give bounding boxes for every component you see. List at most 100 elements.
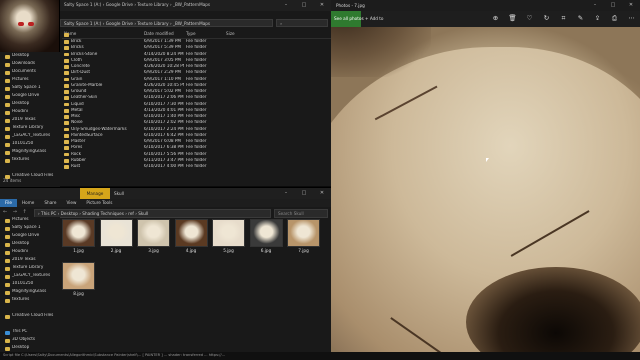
minimize-icon[interactable]: – <box>586 0 604 11</box>
table-row[interactable]: Rust 6/10/2017 4:00 PM File folder <box>62 164 331 170</box>
sidebar-item[interactable]: 10101250 <box>0 141 60 149</box>
thumbnail-label: 5.jpg <box>223 248 234 253</box>
thumbnail-label: 2.jpg <box>110 248 122 253</box>
sidebar-item[interactable]: 10101250 <box>0 281 60 289</box>
tab-view[interactable]: View <box>61 199 81 207</box>
sidebar-item[interactable]: Salty Space 1 <box>0 85 60 93</box>
sidebar-item[interactable]: Texture Library <box>0 125 60 133</box>
window-title: Photos - 7.jpg <box>336 2 365 8</box>
thumbnail-image <box>174 219 208 247</box>
thumbnail-item[interactable]: 1.jpg <box>62 219 95 257</box>
maximize-icon[interactable]: □ <box>295 188 313 199</box>
column-type[interactable]: Type <box>184 31 224 38</box>
manage-tab[interactable]: Manage <box>80 188 110 199</box>
thumbnail-label: 1.jpg <box>73 248 84 253</box>
share-icon[interactable]: ⇪ <box>593 14 602 23</box>
address-bar[interactable]: › This PC › Desktop › Shading Techniques… <box>34 209 271 218</box>
title-bar: Photos - 7.jpg – □ ✕ <box>331 0 640 11</box>
sidebar-item[interactable]: textures <box>0 157 60 165</box>
sidebar-item[interactable]: Google Drive <box>0 93 60 101</box>
column-size[interactable]: Size <box>224 31 254 38</box>
sidebar-item[interactable]: Google Drive <box>0 233 60 241</box>
explorer-window-top: Salty Space 1 (A:) › Google Drive › Text… <box>0 0 331 197</box>
zoom-icon[interactable]: ⊕ <box>491 14 500 23</box>
sidebar-item[interactable]: Desktop <box>0 53 60 61</box>
address-bar[interactable]: Salty Space 1 (A:) › Google Drive › Text… <box>60 19 273 27</box>
column-name[interactable]: Name <box>62 31 142 38</box>
sidebar-item[interactable]: Houdini <box>0 249 60 257</box>
sidebar-item[interactable]: _LEGACY_Textures <box>0 133 60 141</box>
avatar <box>0 0 60 52</box>
minimize-icon[interactable]: – <box>277 188 295 199</box>
tab-file[interactable]: File <box>0 199 18 207</box>
thumbnail-image <box>249 219 283 247</box>
sidebar-item[interactable]: Desktop <box>0 101 60 109</box>
column-date[interactable]: Date modified <box>142 31 184 38</box>
sidebar-item[interactable]: 2019 Texas <box>0 117 60 125</box>
sidebar-item[interactable]: MagnifyingGlass <box>0 289 60 297</box>
sidebar-item[interactable]: Pictures <box>0 77 60 85</box>
sidebar-item[interactable]: Desktop <box>0 241 60 249</box>
add-to-button[interactable]: + Add to <box>365 16 383 21</box>
close-icon[interactable]: ✕ <box>313 0 331 11</box>
sidebar-item[interactable]: MagnifyingGlass <box>0 149 60 157</box>
thumbnail-image <box>212 219 245 247</box>
photo-canvas[interactable] <box>331 27 640 352</box>
nav-arrows[interactable]: ← → ↑ <box>3 210 29 215</box>
file-rows: Brick 6/9/2017 1:39 PM File folder Bricks 6/… <box>62 39 331 170</box>
window-controls: – □ ✕ <box>586 0 640 11</box>
sidebar-item[interactable]: Documents <box>0 69 60 77</box>
maximize-icon[interactable]: □ <box>295 0 313 11</box>
more-icon[interactable]: ⋯ <box>627 14 636 23</box>
edit-icon[interactable]: ✎ <box>576 14 585 23</box>
print-icon[interactable]: ⎙ <box>610 14 619 23</box>
tab-home[interactable]: Home <box>17 199 39 207</box>
delete-icon[interactable]: 🗑 <box>508 14 517 23</box>
thumbnail-image <box>137 219 170 247</box>
thumbnail-item[interactable]: 5.jpg <box>212 219 245 257</box>
sidebar-item[interactable]: Creative Cloud Files <box>0 313 60 321</box>
status-bar: 24 items <box>3 178 22 183</box>
window-controls: – □ ✕ <box>277 0 331 11</box>
column-headers: Name Date modified Type Size <box>62 31 331 39</box>
photos-toolbar: See all photos + Add to ⊕ 🗑 ♡ ↻ ⌗ ✎ ⇪ ⎙ … <box>331 11 640 27</box>
sidebar-item[interactable]: Downloads <box>0 61 60 69</box>
thumbnail-item[interactable]: 3.jpg <box>137 219 170 257</box>
thumbnail-item[interactable]: 7.jpg <box>287 219 320 257</box>
title-bar: Salty Space 1 (A:) › Google Drive › Text… <box>60 0 331 11</box>
rotate-icon[interactable]: ↻ <box>542 14 551 23</box>
sidebar-item[interactable]: This PC <box>0 329 60 337</box>
thumbnail-item[interactable]: 6.jpg <box>249 219 283 257</box>
search-input[interactable]: Search Skull <box>274 209 328 218</box>
see-all-photos-button[interactable]: See all photos <box>331 11 364 27</box>
sidebar-item[interactable]: Pictures <box>0 217 60 225</box>
sidebar-item[interactable]: _LEGACY_Textures <box>0 273 60 281</box>
title-bar: Manage Skull – □ ✕ <box>0 188 331 199</box>
tab-picture-tools[interactable]: Picture Tools <box>81 199 117 207</box>
sidebar-item[interactable]: 2019 Texas <box>0 257 60 265</box>
minimize-icon[interactable]: – <box>277 0 295 11</box>
thumbnail-item[interactable]: 8.jpg <box>62 262 95 300</box>
thumbnail-label: 4.jpg <box>185 248 197 253</box>
mouse-cursor-icon <box>486 158 489 162</box>
thumbnail-label: 6.jpg <box>260 248 272 253</box>
thumbnail-image <box>62 219 95 247</box>
thumbnail-item[interactable]: 2.jpg <box>99 219 133 257</box>
sidebar-item[interactable]: textures <box>0 297 60 305</box>
search-input[interactable]: ⌕ <box>276 19 328 27</box>
sidebar-item[interactable]: 3D Objects <box>0 337 60 345</box>
close-icon[interactable]: ✕ <box>313 188 331 199</box>
file-list: Name Date modified Type Size Brick 6/9/20… <box>62 31 331 170</box>
thumbnail-label: 8.jpg <box>73 291 84 296</box>
navigation-pane-bottom: Pictures Salty Space 1 Google Drive Desktop… <box>0 217 60 353</box>
thumbnail-item[interactable]: 4.jpg <box>174 219 208 257</box>
close-icon[interactable]: ✕ <box>622 0 640 11</box>
maximize-icon[interactable]: □ <box>604 0 622 11</box>
sidebar-item[interactable]: Texture Library <box>0 265 60 273</box>
favorite-icon[interactable]: ♡ <box>525 14 534 23</box>
window-controls: – □ ✕ <box>277 188 331 199</box>
sidebar-item[interactable]: Houdini <box>0 109 60 117</box>
sidebar-item[interactable]: Salty Space 1 <box>0 225 60 233</box>
crop-icon[interactable]: ⌗ <box>559 14 568 23</box>
tab-share[interactable]: Share <box>39 199 61 207</box>
